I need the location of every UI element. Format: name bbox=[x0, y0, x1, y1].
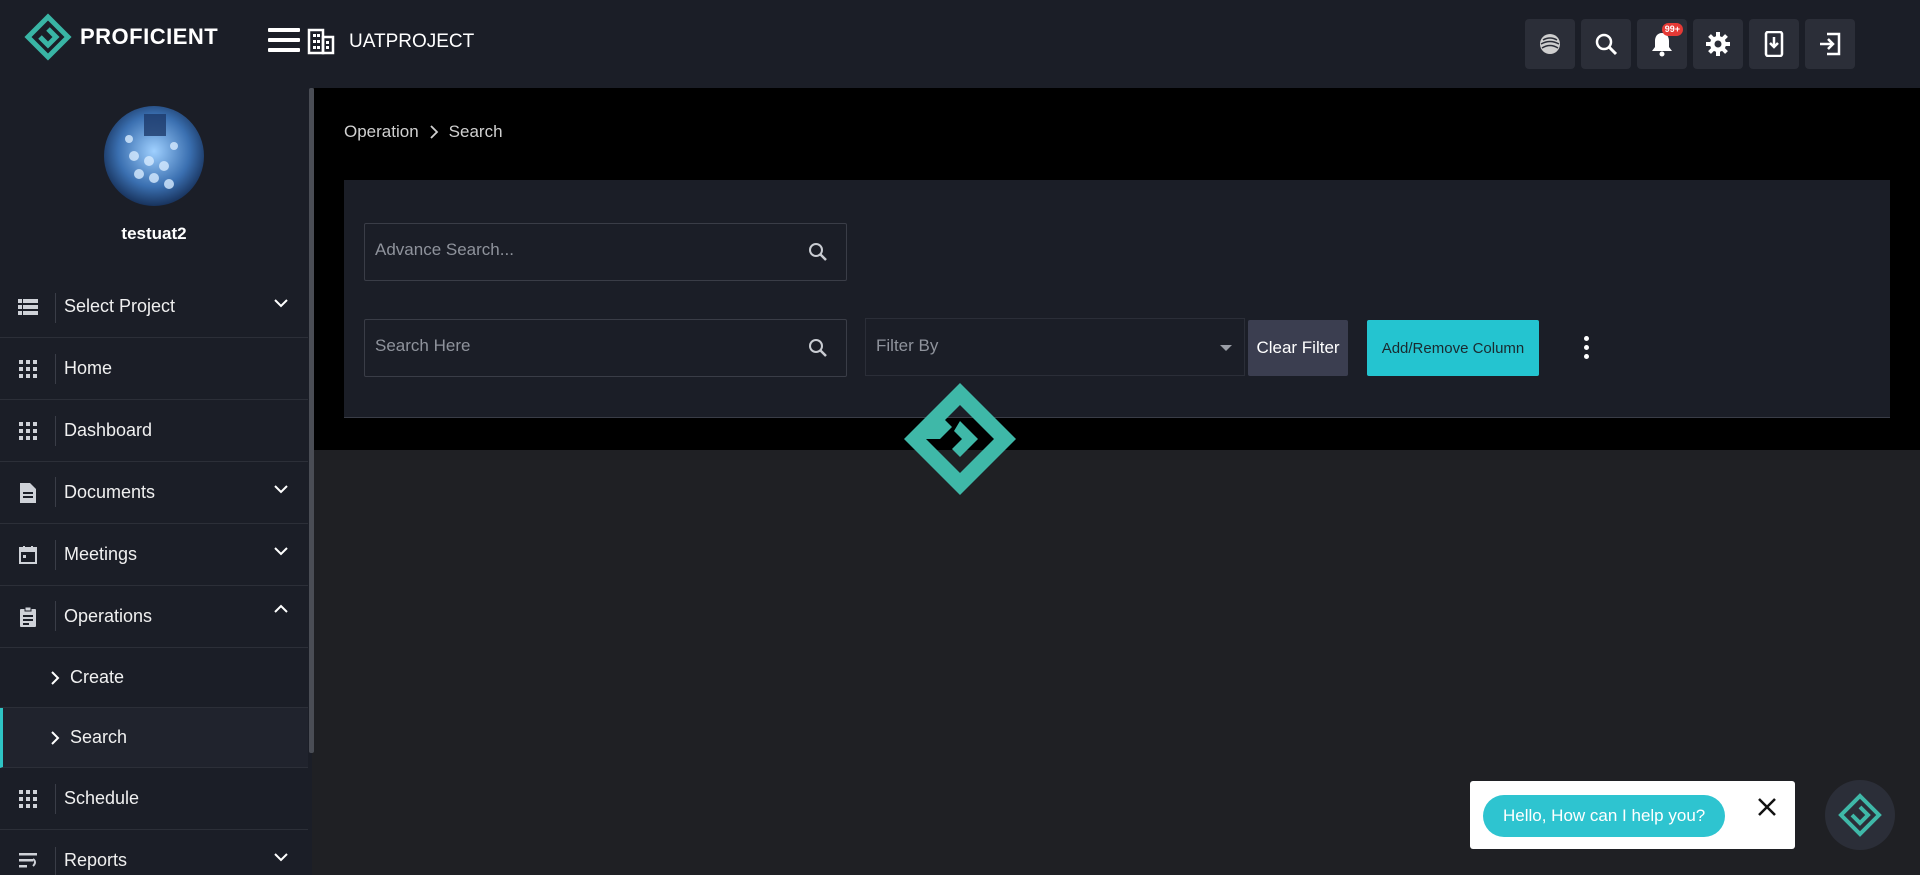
sidebar-item-label: Schedule bbox=[64, 788, 140, 808]
search-icon[interactable] bbox=[808, 338, 828, 358]
sidebar-item-label: Dashboard bbox=[64, 420, 153, 440]
search-field[interactable] bbox=[364, 319, 847, 377]
sidebar-item-home[interactable]: Home bbox=[0, 338, 308, 400]
chevron-down-icon bbox=[274, 853, 288, 862]
breadcrumb: Operation Search bbox=[344, 122, 503, 142]
chat-logo-icon bbox=[1838, 793, 1882, 837]
list-icon bbox=[0, 292, 56, 323]
chevron-right-icon bbox=[51, 670, 60, 685]
clipboard-icon bbox=[0, 600, 56, 631]
sidebar: testuat2 Select Project Home Dashboard D… bbox=[0, 88, 312, 875]
search-icon[interactable] bbox=[808, 242, 828, 262]
download-icon bbox=[1764, 31, 1784, 57]
sidebar-item-label: Search bbox=[70, 727, 128, 747]
building-icon bbox=[307, 28, 335, 55]
search-input[interactable] bbox=[375, 336, 775, 356]
chevron-down-icon bbox=[274, 485, 288, 494]
sidebar-item-label: Home bbox=[64, 358, 113, 378]
search-panel bbox=[344, 180, 1890, 418]
calendar-icon bbox=[0, 539, 56, 570]
app-logo[interactable]: PROFICIENT bbox=[24, 13, 218, 61]
avatar-image bbox=[104, 106, 204, 206]
notification-badge: 99+ bbox=[1661, 23, 1683, 36]
loading-logo-icon bbox=[904, 383, 1016, 495]
top-bar: PROFICIENT UATPROJECT 99+ bbox=[0, 0, 1920, 88]
gear-icon bbox=[1706, 32, 1730, 56]
search-button[interactable] bbox=[1581, 19, 1631, 69]
chat-greeting-popup: Hello, How can I help you? bbox=[1470, 781, 1795, 849]
logo-text: PROFICIENT bbox=[80, 24, 219, 49]
project-name[interactable]: UATPROJECT bbox=[349, 31, 474, 53]
caret-down-icon bbox=[1220, 345, 1232, 351]
search-icon bbox=[1595, 33, 1618, 56]
breadcrumb-current: Search bbox=[448, 122, 503, 141]
sidebar-item-label: Select Project bbox=[64, 296, 176, 316]
sidebar-item-label: Documents bbox=[64, 482, 156, 502]
chevron-down-icon bbox=[274, 547, 288, 556]
chevron-down-icon bbox=[274, 299, 288, 308]
filter-by-select[interactable]: Filter By bbox=[865, 318, 1245, 376]
add-remove-column-button[interactable]: Add/Remove Column bbox=[1367, 320, 1539, 376]
breadcrumb-parent[interactable]: Operation bbox=[344, 122, 419, 142]
chevron-right-icon bbox=[51, 730, 60, 745]
avatar[interactable] bbox=[104, 106, 204, 206]
sidebar-nav: Select Project Home Dashboard Documents bbox=[0, 276, 308, 875]
clear-filter-button[interactable]: Clear Filter bbox=[1248, 320, 1348, 376]
logout-button[interactable] bbox=[1805, 19, 1855, 69]
chevron-right-icon bbox=[430, 125, 438, 139]
more-options-icon[interactable] bbox=[1580, 336, 1592, 360]
sidebar-item-label: Operations bbox=[64, 606, 153, 626]
sidebar-item-label: Create bbox=[70, 667, 125, 687]
grid-icon bbox=[0, 415, 56, 446]
header-toolbar: 99+ bbox=[1525, 19, 1861, 69]
menu-toggle-button[interactable] bbox=[268, 28, 300, 52]
sidebar-item-label: Reports bbox=[64, 850, 128, 870]
settings-button[interactable] bbox=[1693, 19, 1743, 69]
globe-button[interactable] bbox=[1525, 19, 1575, 69]
sidebar-item-reports[interactable]: Reports bbox=[0, 830, 308, 875]
grid-icon bbox=[0, 353, 56, 384]
logo-icon bbox=[24, 13, 72, 61]
globe-icon bbox=[1540, 34, 1560, 54]
close-icon[interactable] bbox=[1757, 797, 1777, 817]
sidebar-subitem-search[interactable]: Search bbox=[0, 708, 308, 768]
advance-search-field[interactable] bbox=[364, 223, 847, 281]
document-icon bbox=[0, 476, 56, 507]
notifications-button[interactable]: 99+ bbox=[1637, 19, 1687, 69]
chat-launcher-button[interactable] bbox=[1825, 780, 1895, 850]
sidebar-item-schedule[interactable]: Schedule bbox=[0, 768, 308, 830]
sidebar-item-select-project[interactable]: Select Project bbox=[0, 276, 308, 338]
advance-search-input[interactable] bbox=[375, 240, 775, 260]
sidebar-item-dashboard[interactable]: Dashboard bbox=[0, 400, 308, 462]
grid-icon bbox=[0, 783, 56, 814]
sidebar-item-label: Meetings bbox=[64, 544, 138, 564]
sidebar-item-meetings[interactable]: Meetings bbox=[0, 524, 308, 586]
sidebar-subitem-create[interactable]: Create bbox=[0, 648, 308, 708]
sidebar-item-operations[interactable]: Operations bbox=[0, 586, 308, 648]
report-icon bbox=[0, 846, 56, 875]
filter-by-placeholder: Filter By bbox=[876, 336, 939, 355]
chat-greeting-bubble[interactable]: Hello, How can I help you? bbox=[1483, 795, 1726, 837]
logout-icon bbox=[1820, 32, 1841, 56]
download-button[interactable] bbox=[1749, 19, 1799, 69]
chevron-up-icon bbox=[274, 604, 288, 613]
username: testuat2 bbox=[121, 224, 187, 243]
sidebar-item-documents[interactable]: Documents bbox=[0, 462, 308, 524]
